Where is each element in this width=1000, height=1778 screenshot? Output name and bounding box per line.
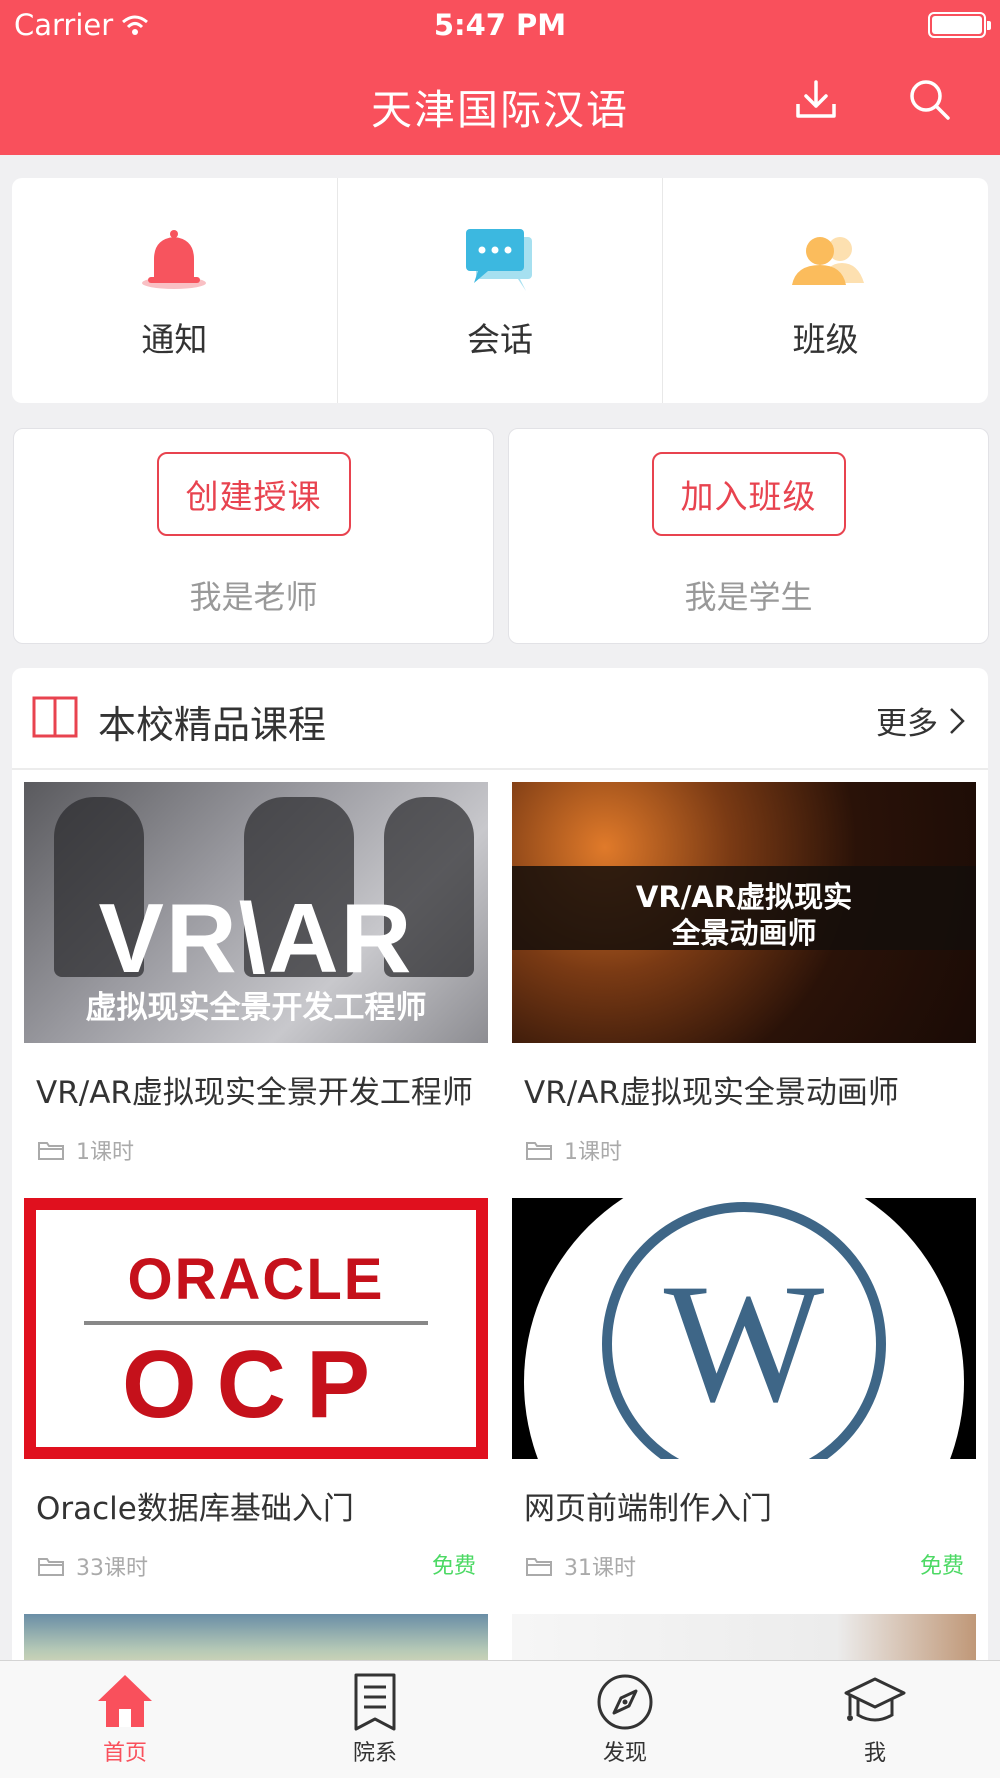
tab-label: 发现: [602, 1741, 647, 1766]
course-price: 免费: [919, 1554, 964, 1579]
chevron-right-icon: [950, 707, 965, 734]
document-icon: [354, 1673, 396, 1731]
course-card[interactable]: VR\AR 虚拟现实全景开发工程师 VR/AR虚拟现实全景开发工程师 1课时: [24, 782, 488, 1165]
course-price: 免费: [431, 1554, 476, 1579]
course-thumbnail: W: [512, 1198, 976, 1459]
home-icon: [98, 1675, 152, 1727]
more-label: 更多: [876, 706, 938, 742]
tab-discover[interactable]: 发现: [500, 1661, 750, 1778]
thumb-subtext: OCP: [121, 1331, 391, 1438]
course-lessons: 31课时: [564, 1556, 636, 1581]
graduation-cap-icon: [844, 1677, 906, 1722]
compass-icon: [597, 1674, 653, 1730]
tab-label: 院系: [352, 1741, 397, 1766]
quick-action-class[interactable]: 班级: [663, 178, 988, 403]
course-thumbnail: VR\AR 虚拟现实全景开发工程师: [24, 782, 488, 1043]
more-link[interactable]: 更多: [876, 698, 966, 743]
course-meta: 33课时: [38, 1550, 148, 1582]
tab-label: 首页: [102, 1741, 147, 1766]
quick-actions: 通知 会话 班级: [12, 178, 988, 403]
download-icon[interactable]: [792, 76, 840, 124]
course-lessons: 33课时: [76, 1556, 148, 1581]
app-header: Carrier 5:47 PM 天津国际汉语: [0, 0, 1000, 155]
page-title: 天津国际汉语: [371, 86, 629, 134]
courses-section: 本校精品课程 更多 VR\AR 虚拟现实全景开发工程师 VR/AR虚拟现实全景开…: [12, 668, 988, 1674]
create-course-button[interactable]: 创建授课: [156, 452, 351, 536]
join-class-button[interactable]: 加入班级: [651, 452, 846, 536]
tab-bar: 首页 院系 发现 我: [0, 1660, 1000, 1778]
student-card: 加入班级 我是学生: [508, 428, 989, 644]
thumb-text: VR\AR: [98, 883, 414, 993]
chat-bubbles-icon: [466, 228, 532, 291]
course-card[interactable]: VR/AR虚拟现实 全景动画师 VR/AR虚拟现实全景动画师 1课时: [512, 782, 976, 1165]
course-title: Oracle数据库基础入门: [36, 1491, 354, 1527]
people-icon: [791, 236, 864, 285]
course-meta: 1课时: [526, 1134, 622, 1166]
course-title: VR/AR虚拟现实全景动画师: [524, 1075, 899, 1111]
course-card[interactable]: W 网页前端制作入门 31课时 免费: [512, 1198, 976, 1581]
status-time: 5:47 PM: [433, 8, 567, 42]
tab-label: 我: [863, 1741, 886, 1766]
thumb-text: ORACLE: [127, 1247, 385, 1312]
thumb-subtext: 虚拟现实全景开发工程师: [85, 990, 427, 1026]
course-meta: 31课时: [526, 1550, 636, 1582]
course-lessons: 1课时: [564, 1140, 622, 1165]
quick-action-chat[interactable]: 会话: [338, 178, 664, 403]
course-lessons: 1课时: [76, 1140, 134, 1165]
folder-icon: [526, 1558, 552, 1576]
tab-home[interactable]: 首页: [0, 1661, 250, 1778]
thumb-text: W: [663, 1249, 825, 1437]
course-meta: 1课时: [38, 1134, 134, 1166]
section-header: 本校精品课程 更多: [12, 668, 988, 770]
course-title: VR/AR虚拟现实全景开发工程师: [36, 1075, 473, 1111]
course-thumbnail: ORACLE OCP: [24, 1198, 488, 1459]
section-title: 本校精品课程: [98, 703, 327, 747]
quick-action-label: 通知: [141, 319, 208, 359]
teacher-subtitle: 我是老师: [189, 578, 318, 616]
course-card[interactable]: ORACLE OCP Oracle数据库基础入门 33课时 免费: [24, 1198, 488, 1581]
quick-action-label: 班级: [792, 319, 859, 359]
book-icon: [32, 696, 78, 738]
tab-me[interactable]: 我: [750, 1661, 1000, 1778]
course-thumbnail: VR/AR虚拟现实 全景动画师: [512, 782, 976, 1043]
battery-icon: [928, 12, 991, 38]
thumb-subtext: 全景动画师: [671, 916, 817, 950]
quick-action-notice[interactable]: 通知: [12, 178, 338, 403]
teacher-card: 创建授课 我是老师: [13, 428, 494, 644]
tab-departments[interactable]: 院系: [250, 1661, 500, 1778]
folder-icon: [38, 1142, 64, 1160]
bell-icon: [142, 229, 207, 289]
student-subtitle: 我是学生: [684, 578, 813, 616]
folder-icon: [526, 1142, 552, 1160]
search-icon[interactable]: [906, 76, 954, 124]
course-title: 网页前端制作入门: [524, 1491, 772, 1527]
folder-icon: [38, 1558, 64, 1576]
status-bar: Carrier 5:47 PM: [0, 8, 1000, 44]
quick-action-label: 会话: [467, 319, 533, 359]
